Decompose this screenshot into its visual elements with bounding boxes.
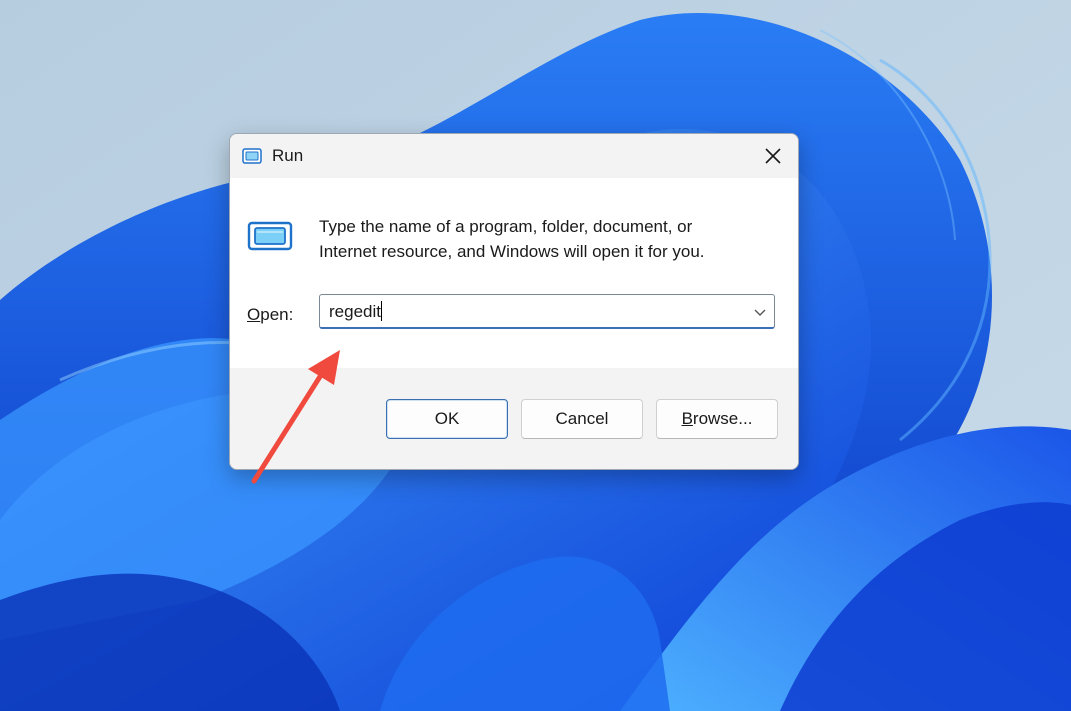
description-text: Type the name of a program, folder, docu… <box>319 214 779 264</box>
run-dialog: Run Type the name of a program, folder, … <box>229 133 799 470</box>
window-title: Run <box>272 146 304 165</box>
open-label: Open: <box>247 305 293 325</box>
title-bar[interactable]: Run <box>230 134 798 178</box>
chevron-down-icon[interactable] <box>752 304 768 320</box>
browse-button[interactable]: Browse... <box>656 399 778 439</box>
ok-button[interactable]: OK <box>386 399 508 439</box>
dialog-body: Type the name of a program, folder, docu… <box>230 178 798 368</box>
browse-label-rest: rowse... <box>692 409 753 428</box>
text-caret <box>380 301 382 321</box>
close-button[interactable] <box>748 134 798 178</box>
run-icon <box>242 148 262 164</box>
close-icon <box>765 148 781 164</box>
open-combobox[interactable]: regedit <box>319 294 775 329</box>
run-program-icon <box>247 221 293 251</box>
open-input[interactable]: regedit <box>329 301 729 322</box>
open-input-value: regedit <box>329 302 381 321</box>
dialog-footer: OK Cancel Browse... <box>230 368 798 469</box>
description-line-2: Internet resource, and Windows will open… <box>319 242 705 261</box>
description-line-1: Type the name of a program, folder, docu… <box>319 217 693 236</box>
open-label-rest: pen: <box>260 305 294 324</box>
open-label-accelerator: O <box>247 305 261 324</box>
browse-accelerator: B <box>681 409 693 428</box>
cancel-button[interactable]: Cancel <box>521 399 643 439</box>
